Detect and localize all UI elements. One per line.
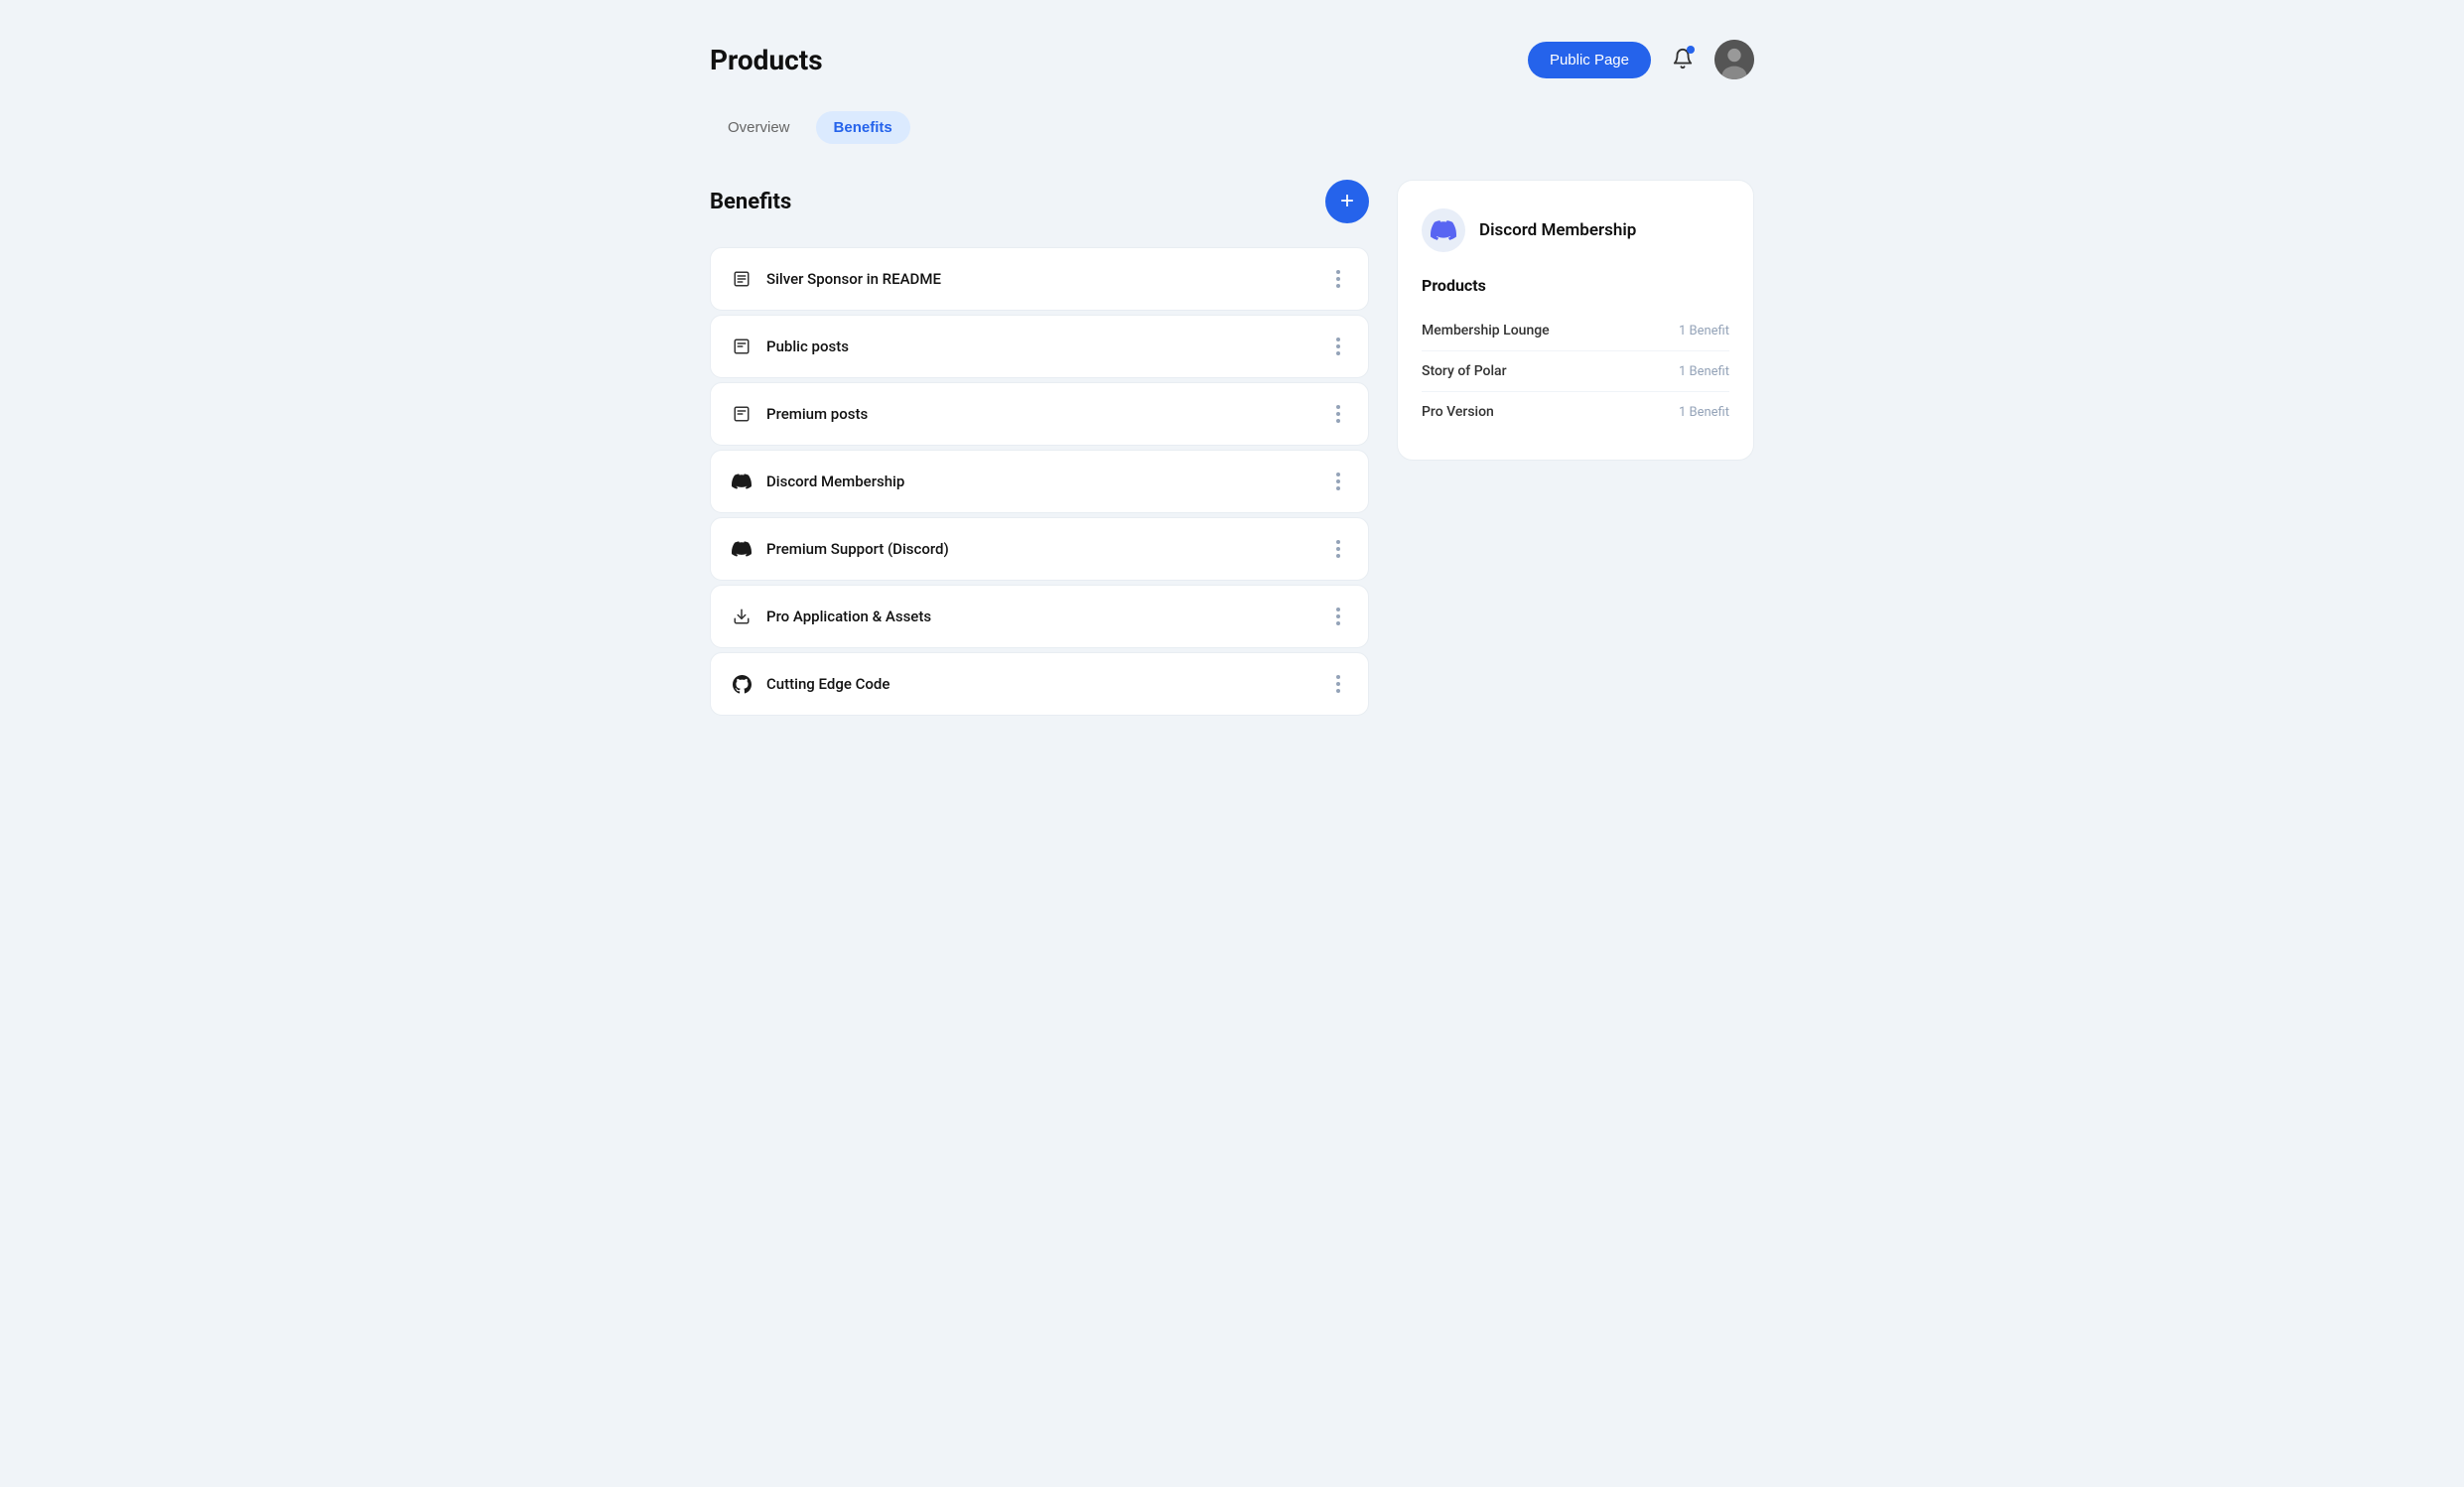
header-actions: Public Page (1528, 40, 1754, 79)
product-name: Membership Lounge (1422, 323, 1550, 338)
discord-panel-title: Discord Membership (1479, 220, 1636, 240)
benefit-name: Public posts (766, 338, 849, 355)
benefit-menu-button[interactable] (1328, 401, 1348, 427)
benefit-name: Premium Support (Discord) (766, 540, 949, 558)
panel-products-title: Products (1422, 276, 1729, 295)
discord-avatar (1422, 208, 1465, 252)
main-content: Benefits + S (710, 180, 1754, 716)
article-icon (731, 338, 753, 355)
discord-icon (731, 539, 753, 559)
product-row-story-of-polar: Story of Polar 1 Benefit (1422, 351, 1729, 392)
discord-icon (731, 472, 753, 491)
benefit-item-pro-assets: Pro Application & Assets (710, 585, 1369, 648)
product-benefit: 1 Benefit (1679, 364, 1729, 379)
benefit-menu-button[interactable] (1328, 469, 1348, 494)
benefit-menu-button[interactable] (1328, 536, 1348, 562)
products-list: Membership Lounge 1 Benefit Story of Pol… (1422, 311, 1729, 432)
benefit-item-public-posts: Public posts (710, 315, 1369, 378)
product-name: Story of Polar (1422, 363, 1507, 379)
product-benefit: 1 Benefit (1679, 324, 1729, 338)
benefit-menu-button[interactable] (1328, 334, 1348, 359)
product-benefit: 1 Benefit (1679, 405, 1729, 420)
tab-overview[interactable]: Overview (710, 111, 808, 144)
benefits-header: Benefits + (710, 180, 1369, 223)
page-title: Products (710, 44, 823, 76)
benefit-name: Cutting Edge Code (766, 675, 890, 693)
benefit-name: Discord Membership (766, 473, 904, 490)
notification-dot (1687, 46, 1695, 54)
notification-button[interactable] (1663, 40, 1703, 79)
add-benefit-button[interactable]: + (1325, 180, 1369, 223)
user-avatar[interactable] (1714, 40, 1754, 79)
product-name: Pro Version (1422, 404, 1494, 420)
benefit-menu-button[interactable] (1328, 671, 1348, 697)
download-icon (731, 608, 753, 625)
benefit-menu-button[interactable] (1328, 266, 1348, 292)
discord-panel: Discord Membership Products Membership L… (1397, 180, 1754, 461)
benefit-item-premium-support: Premium Support (Discord) (710, 517, 1369, 581)
benefit-item-premium-posts: Premium posts (710, 382, 1369, 446)
benefits-list: Silver Sponsor in README (710, 247, 1369, 716)
benefit-item-silver-sponsor: Silver Sponsor in README (710, 247, 1369, 311)
product-row-membership-lounge: Membership Lounge 1 Benefit (1422, 311, 1729, 351)
benefit-item-cutting-edge: Cutting Edge Code (710, 652, 1369, 716)
tabs-bar: Overview Benefits (710, 111, 1754, 144)
product-row-pro-version: Pro Version 1 Benefit (1422, 392, 1729, 432)
benefits-title: Benefits (710, 190, 791, 214)
benefit-name: Silver Sponsor in README (766, 270, 941, 288)
tab-benefits[interactable]: Benefits (816, 111, 910, 144)
file-text-icon (731, 270, 753, 288)
discord-panel-header: Discord Membership (1422, 208, 1729, 252)
benefit-menu-button[interactable] (1328, 604, 1348, 629)
page-header: Products Public Page (710, 40, 1754, 79)
github-icon (731, 675, 753, 694)
benefit-item-discord-membership: Discord Membership (710, 450, 1369, 513)
article-icon (731, 405, 753, 423)
public-page-button[interactable]: Public Page (1528, 42, 1651, 78)
benefit-name: Premium posts (766, 405, 868, 423)
benefit-name: Pro Application & Assets (766, 608, 931, 625)
benefits-section: Benefits + S (710, 180, 1369, 716)
